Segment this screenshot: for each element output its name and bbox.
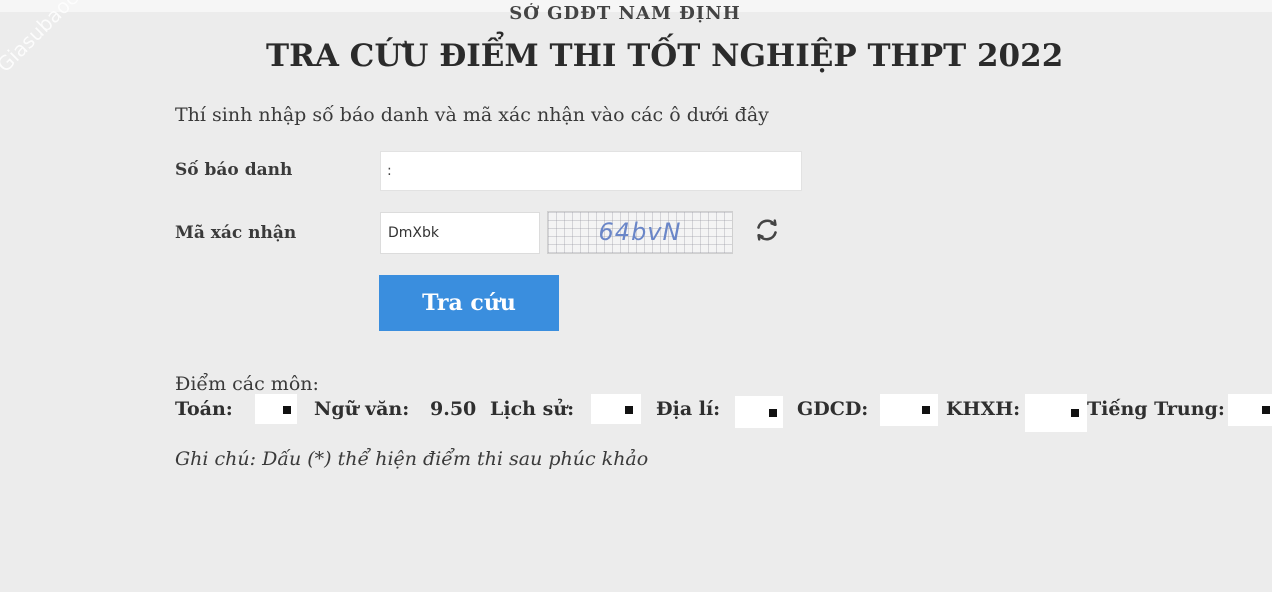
redacted-score-tieng-trung xyxy=(1228,394,1272,426)
redacted-score-dia-li xyxy=(735,396,783,428)
captcha-image: 64bvN xyxy=(547,211,733,254)
subject-label-khxh: KHXH: xyxy=(946,398,1021,420)
scores-heading: Điểm các môn: xyxy=(175,373,319,395)
score-ngu-van: 9.50 xyxy=(430,398,477,420)
refresh-icon[interactable] xyxy=(752,215,782,245)
subject-label-ngu-van: Ngữ văn: xyxy=(314,398,410,420)
captcha-input[interactable]: DmXbk xyxy=(380,212,540,254)
subject-label-toan: Toán: xyxy=(175,398,233,420)
organization-name: SỞ GDĐT NAM ĐỊNH xyxy=(509,3,741,23)
subject-label-gdcd: GDCD: xyxy=(797,398,869,420)
sbd-label: Số báo danh xyxy=(175,160,293,180)
subject-label-lich-su: Lịch sử: xyxy=(490,398,575,420)
form-instruction: Thí sinh nhập số báo danh và mã xác nhận… xyxy=(175,104,769,126)
subject-label-dia-li: Địa lí: xyxy=(656,398,721,420)
redacted-score-gdcd xyxy=(880,394,938,426)
redacted-score-toan xyxy=(255,394,297,424)
redacted-score-lich-su xyxy=(591,394,641,424)
submit-button[interactable]: Tra cứu xyxy=(379,275,559,331)
subject-label-tieng-trung: Tiếng Trung: xyxy=(1087,398,1225,420)
note-text: Ghi chú: Dấu (*) thể hiện điểm thi sau p… xyxy=(175,448,649,470)
redacted-score-khxh xyxy=(1025,394,1087,432)
page-title: TRA CỨU ĐIỂM THI TỐT NGHIỆP THPT 2022 xyxy=(266,38,1064,74)
sbd-input[interactable]: : xyxy=(380,151,802,191)
captcha-label: Mã xác nhận xyxy=(175,223,297,243)
